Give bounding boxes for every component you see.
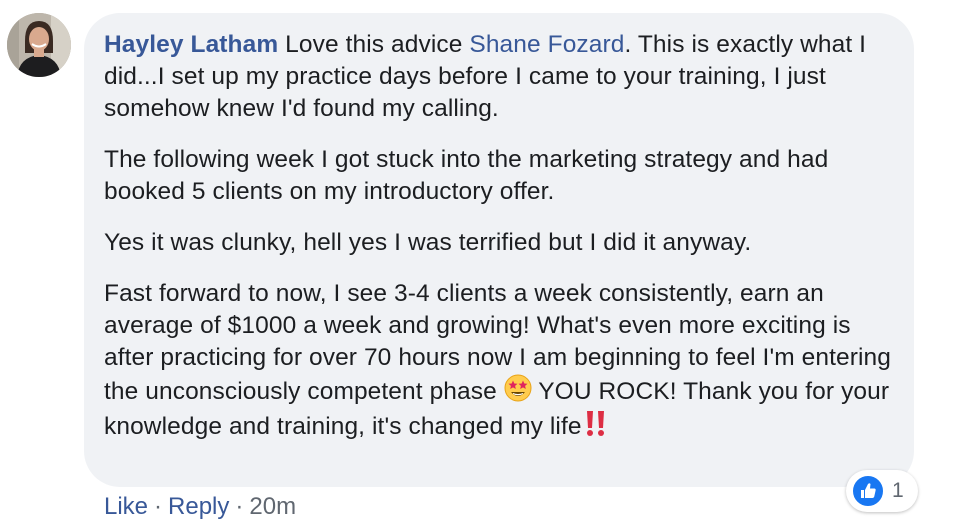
like-button[interactable]: Like — [104, 493, 148, 520]
reactions-summary[interactable]: 1 — [846, 470, 918, 512]
action-separator: · — [235, 493, 244, 520]
like-thumb-icon — [851, 474, 885, 508]
comment-intro-text: Love this advice — [285, 31, 463, 58]
comment-timestamp[interactable]: 20m — [249, 493, 296, 520]
comment-paragraph-1: Hayley Latham Love this advice Shane Foz… — [104, 29, 904, 125]
author-name-link[interactable]: Hayley Latham — [104, 31, 278, 58]
comment-paragraph-4: Fast forward to now, I see 3-4 clients a… — [104, 278, 904, 443]
reaction-count: 1 — [892, 479, 904, 502]
double-exclamation-emoji-icon — [582, 408, 610, 438]
avatar[interactable] — [7, 13, 71, 77]
star-struck-emoji-icon — [504, 374, 532, 402]
comment-paragraph-2: The following week I got stuck into the … — [104, 146, 829, 205]
reply-button[interactable]: Reply — [168, 493, 229, 520]
comment-actions: Like · Reply · 20m — [104, 492, 296, 522]
comment-paragraph-3: Yes it was clunky, hell yes I was terrif… — [104, 229, 752, 256]
mention-link[interactable]: Shane Fozard — [469, 31, 624, 58]
action-separator: · — [154, 493, 163, 520]
comment-body: Hayley Latham Love this advice Shane Foz… — [104, 29, 904, 462]
